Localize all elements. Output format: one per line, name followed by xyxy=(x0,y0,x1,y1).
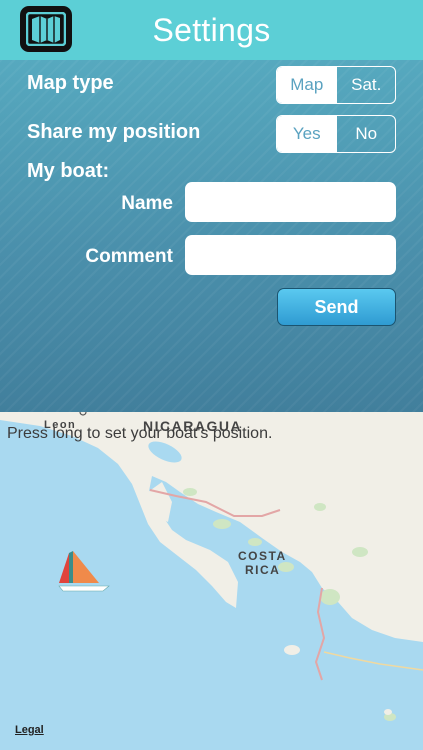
map-type-option-satellite[interactable]: Sat. xyxy=(336,67,395,103)
my-boat-label: My boat: xyxy=(27,160,110,182)
header-bar: Settings xyxy=(0,0,423,60)
name-label: Name xyxy=(121,193,173,214)
page-title: Settings xyxy=(152,12,271,48)
settings-panel: Map type Map Sat. Share my position Yes … xyxy=(0,60,423,412)
comment-field[interactable] xyxy=(185,235,396,275)
share-position-option-no[interactable]: No xyxy=(336,116,395,152)
share-position-option-yes[interactable]: Yes xyxy=(277,116,337,152)
sailboat-icon[interactable] xyxy=(55,547,113,598)
share-position-label: Share my position xyxy=(27,121,201,143)
map-type-label: Map type xyxy=(27,72,114,94)
map-type-segmented-control: Map Sat. xyxy=(276,66,396,104)
map-type-option-map[interactable]: Map xyxy=(277,67,337,103)
map-view[interactable]: Leon NICARAGUA COSTA RICA xyxy=(0,412,423,750)
send-button[interactable]: Send xyxy=(277,288,396,326)
legal-link[interactable]: Legal xyxy=(15,724,44,736)
map-hint-text: Press long to set your boat's position. xyxy=(7,425,273,442)
map-label-rica: RICA xyxy=(245,563,280,577)
name-field[interactable] xyxy=(185,182,396,222)
share-position-segmented-control: Yes No xyxy=(276,115,396,153)
map-label-costa: COSTA xyxy=(238,549,287,563)
comment-label: Comment xyxy=(85,246,173,267)
